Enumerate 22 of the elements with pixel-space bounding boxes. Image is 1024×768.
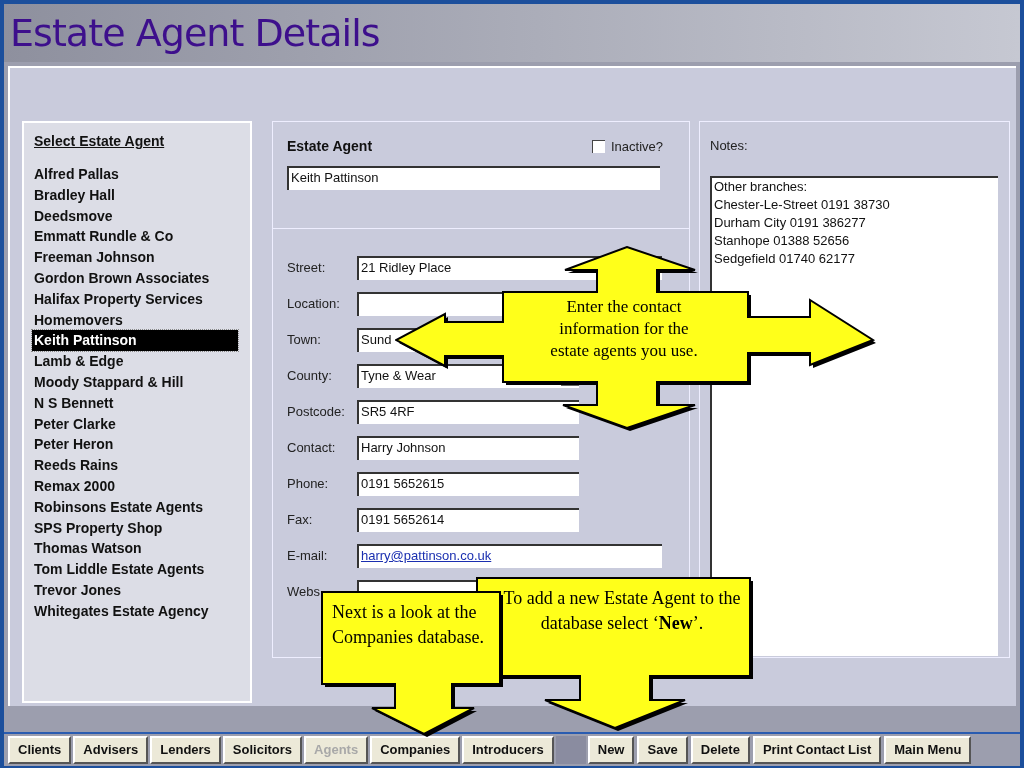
notes-line: Durham City 0191 386277 [714, 213, 867, 232]
field-label: Town: [287, 331, 322, 350]
callout-text: Enter the contact information for the estate agents you use. [549, 296, 699, 362]
field-label: County: [287, 367, 333, 386]
notes-line: Other branches: [714, 177, 809, 196]
field-label: E-mail: [287, 547, 329, 566]
notes-line: Sedgefield 01740 62177 [714, 249, 856, 268]
notes-label: Notes: [710, 137, 749, 155]
field-label: Phone: [287, 475, 330, 494]
field-label: Contact: [287, 439, 337, 458]
notes-line: Stanhope 01388 52656 [714, 231, 851, 250]
form-heading: Estate Agent [287, 137, 373, 156]
field-label: Postcode: [287, 403, 346, 422]
field-label: Street: [287, 259, 327, 278]
callout-text: Next is a look at the Companies database. [332, 601, 485, 649]
window-title: Estate Agent Details [10, 14, 380, 52]
inactive-label: Inactive? [610, 137, 663, 156]
list-heading: Select Estate Agent [34, 132, 166, 151]
field-label: Location: [287, 295, 341, 314]
field-label: Fax: [287, 511, 314, 530]
notes-line: Chester-Le-Street 0191 38730 [714, 195, 891, 214]
field-label: Webs [287, 583, 321, 602]
